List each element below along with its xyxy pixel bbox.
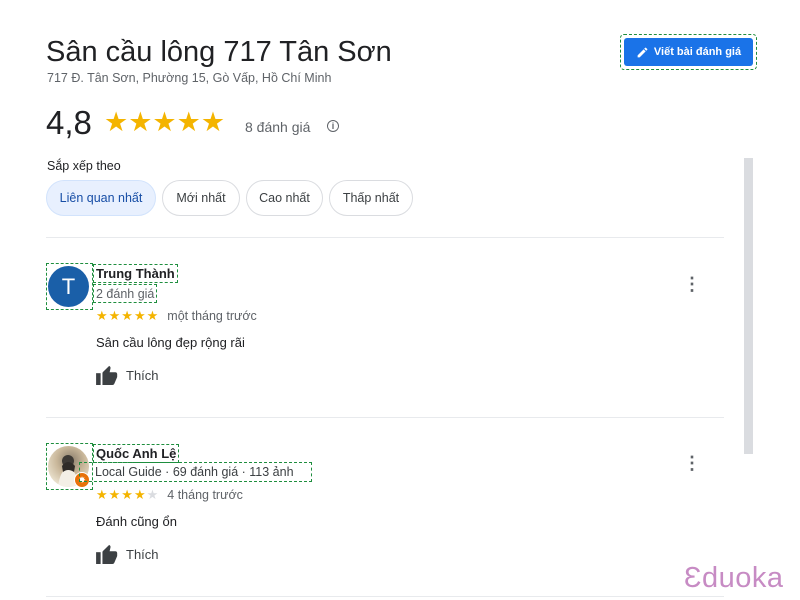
watermark-logo: Ɛduoka [684, 562, 784, 594]
like-label: Thích [126, 546, 159, 562]
thumbs-up-icon [96, 544, 118, 564]
place-address: 717 Đ. Tân Sơn, Phường 15, Gò Vấp, Hồ Ch… [47, 71, 332, 85]
write-review-focus-outline: Viết bài đánh giá [620, 34, 757, 70]
rating-stars: ★★★★★ [104, 107, 226, 137]
reviewer-name: Quốc Anh Lệ [96, 446, 177, 461]
more-options-icon[interactable]: ⋮ [683, 274, 701, 294]
review-count: 8 đánh giá [245, 119, 311, 135]
reviewer-name-link[interactable]: Trung Thành [93, 264, 178, 283]
avatar-initial: T [48, 266, 89, 307]
reviewer-meta-link[interactable]: 2 đánh giá [93, 284, 158, 303]
review-time: 4 tháng trước [167, 488, 243, 502]
reviewer-meta: Local Guide · 69 đánh giá · 113 ảnh [95, 465, 294, 479]
write-review-button[interactable]: Viết bài đánh giá [624, 38, 753, 66]
divider [46, 596, 724, 597]
thumbs-up-icon [96, 365, 118, 385]
reviewer-name: Trung Thành [96, 266, 175, 281]
info-icon[interactable]: i [327, 120, 339, 132]
review-text: Sân cầu lông đẹp rộng rãi [96, 335, 245, 350]
review-stars: ★★★★★ [96, 487, 160, 502]
divider [46, 237, 724, 238]
pencil-icon [637, 47, 648, 57]
scrollbar[interactable] [744, 158, 753, 454]
sort-label: Sắp xếp theo [47, 159, 121, 173]
like-label: Thích [126, 367, 159, 383]
reviewer-avatar[interactable]: T [46, 263, 93, 310]
place-title: Sân cầu lông 717 Tân Sơn [46, 36, 392, 68]
reviewer-name-link[interactable]: Quốc Anh Lệ [93, 444, 180, 463]
reviewer-meta-link[interactable]: Local Guide · 69 đánh giá · 113 ảnh [79, 462, 312, 482]
sort-chip-highest[interactable]: Cao nhất [246, 180, 323, 216]
divider [46, 417, 724, 418]
write-review-label: Viết bài đánh giá [653, 46, 742, 58]
review-text: Đánh cũng ổn [96, 514, 177, 529]
more-options-icon[interactable]: ⋮ [683, 453, 701, 473]
rating-value: 4,8 [46, 104, 92, 141]
sort-chip-newest[interactable]: Mới nhất [162, 180, 240, 216]
reviewer-meta: 2 đánh giá [96, 287, 155, 301]
review-stars: ★★★★★ [96, 308, 160, 323]
sort-chip-lowest[interactable]: Thấp nhất [329, 180, 413, 216]
like-button[interactable]: Thích [96, 544, 159, 564]
review-time: một tháng trước [167, 309, 257, 323]
sort-chip-relevant[interactable]: Liên quan nhất [46, 180, 156, 216]
review-rating-row: ★★★★★ 4 tháng trước [96, 487, 243, 503]
like-button[interactable]: Thích [96, 365, 159, 385]
review-rating-row: ★★★★★ một tháng trước [96, 308, 257, 324]
